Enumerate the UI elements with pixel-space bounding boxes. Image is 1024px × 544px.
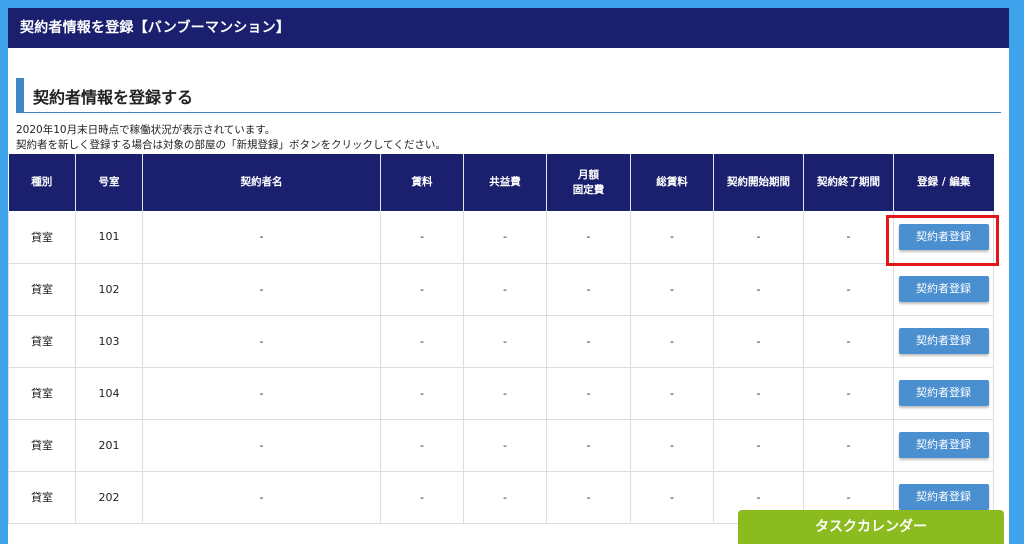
cell-room: 104 bbox=[75, 367, 143, 420]
cell-total-rent: - bbox=[630, 367, 714, 420]
cell-end: - bbox=[803, 315, 894, 368]
table-header-row: 種別 号室 契約者名 賃料 共益費 月額 固定費 総賃料 契約開始期間 契約終了… bbox=[8, 154, 994, 211]
register-contractor-button-104[interactable]: 契約者登録 bbox=[898, 380, 989, 406]
cell-type: 貸室 bbox=[8, 211, 76, 264]
cell-contractor: - bbox=[142, 263, 381, 316]
header-end-period: 契約終了期間 bbox=[803, 154, 894, 211]
cell-rent: - bbox=[380, 367, 464, 420]
contracts-table: 種別 号室 契約者名 賃料 共益費 月額 固定費 総賃料 契約開始期間 契約終了… bbox=[8, 154, 994, 524]
cell-end: - bbox=[803, 419, 894, 472]
cell-room: 202 bbox=[75, 471, 143, 524]
header-rent: 賃料 bbox=[380, 154, 464, 211]
header-contractor: 契約者名 bbox=[142, 154, 381, 211]
cell-common-fee: - bbox=[463, 471, 547, 524]
cell-monthly-fixed: - bbox=[546, 367, 631, 420]
cell-rent: - bbox=[380, 419, 464, 472]
cell-total-rent: - bbox=[630, 471, 714, 524]
cell-common-fee: - bbox=[463, 315, 547, 368]
register-contractor-button-101[interactable]: 契約者登録 bbox=[898, 223, 989, 250]
table-row: 貸室 101 - - - - - - - 契約者登録 bbox=[8, 211, 994, 264]
cell-start: - bbox=[713, 315, 804, 368]
cell-common-fee: - bbox=[463, 211, 547, 264]
cell-total-rent: - bbox=[630, 211, 714, 264]
cell-common-fee: - bbox=[463, 367, 547, 420]
cell-common-fee: - bbox=[463, 263, 547, 316]
cell-monthly-fixed: - bbox=[546, 211, 631, 264]
header-room: 号室 bbox=[75, 154, 143, 211]
page-title: 契約者情報を登録する bbox=[33, 88, 194, 107]
cell-contractor: - bbox=[142, 315, 381, 368]
cell-contractor: - bbox=[142, 211, 381, 264]
cell-rent: - bbox=[380, 211, 464, 264]
cell-contractor: - bbox=[142, 367, 381, 420]
cell-start: - bbox=[713, 367, 804, 420]
cell-end: - bbox=[803, 263, 894, 316]
register-contractor-button-102[interactable]: 契約者登録 bbox=[898, 276, 989, 302]
note-register-hint: 契約者を新しく登録する場合は対象の部屋の「新規登録」ボタンをクリックしてください… bbox=[16, 139, 446, 151]
cell-contractor: - bbox=[142, 471, 381, 524]
section-heading: 契約者情報を登録する bbox=[16, 78, 1001, 113]
cell-room: 101 bbox=[75, 211, 143, 264]
cell-action: 契約者登録 bbox=[893, 211, 994, 264]
register-contractor-button-201[interactable]: 契約者登録 bbox=[898, 432, 989, 458]
cell-monthly-fixed: - bbox=[546, 263, 631, 316]
cell-start: - bbox=[713, 211, 804, 264]
header-start-period: 契約開始期間 bbox=[713, 154, 804, 211]
table-row: 貸室 102 - - - - - - - 契約者登録 bbox=[8, 263, 994, 316]
header-monthly-fixed-line2: 固定費 bbox=[572, 183, 605, 196]
register-contractor-button-103[interactable]: 契約者登録 bbox=[898, 328, 989, 354]
task-calendar-button[interactable]: タスクカレンダー bbox=[738, 510, 1004, 544]
register-contractor-button-202[interactable]: 契約者登録 bbox=[898, 484, 989, 510]
header-action: 登録 / 編集 bbox=[893, 154, 994, 211]
cell-rent: - bbox=[380, 263, 464, 316]
cell-start: - bbox=[713, 419, 804, 472]
instructions: 2020年10月末日時点で稼働状況が表示されています。 契約者を新しく登録する場… bbox=[16, 123, 1009, 153]
header-type: 種別 bbox=[8, 154, 76, 211]
header-monthly-fixed-line1: 月額 bbox=[578, 168, 599, 181]
header-monthly-fixed: 月額 固定費 bbox=[546, 154, 631, 211]
header-common-fee: 共益費 bbox=[463, 154, 547, 211]
table-row: 貸室 104 - - - - - - - 契約者登録 bbox=[8, 367, 994, 420]
cell-end: - bbox=[803, 211, 894, 264]
cell-type: 貸室 bbox=[8, 419, 76, 472]
cell-monthly-fixed: - bbox=[546, 471, 631, 524]
cell-type: 貸室 bbox=[8, 471, 76, 524]
cell-start: - bbox=[713, 263, 804, 316]
cell-type: 貸室 bbox=[8, 315, 76, 368]
cell-monthly-fixed: - bbox=[546, 315, 631, 368]
cell-room: 201 bbox=[75, 419, 143, 472]
cell-room: 102 bbox=[75, 263, 143, 316]
cell-room: 103 bbox=[75, 315, 143, 368]
table-row: 貸室 201 - - - - - - - 契約者登録 bbox=[8, 419, 994, 472]
cell-action: 契約者登録 bbox=[893, 419, 994, 472]
cell-monthly-fixed: - bbox=[546, 419, 631, 472]
cell-type: 貸室 bbox=[8, 263, 76, 316]
table-row: 貸室 103 - - - - - - - 契約者登録 bbox=[8, 315, 994, 368]
cell-total-rent: - bbox=[630, 263, 714, 316]
cell-action: 契約者登録 bbox=[893, 263, 994, 316]
header-total-rent: 総賃料 bbox=[630, 154, 714, 211]
cell-action: 契約者登録 bbox=[893, 367, 994, 420]
cell-action: 契約者登録 bbox=[893, 315, 994, 368]
cell-rent: - bbox=[380, 471, 464, 524]
window-title: 契約者情報を登録【バンブーマンション】 bbox=[8, 8, 1009, 48]
cell-rent: - bbox=[380, 315, 464, 368]
cell-type: 貸室 bbox=[8, 367, 76, 420]
cell-end: - bbox=[803, 367, 894, 420]
cell-total-rent: - bbox=[630, 315, 714, 368]
cell-common-fee: - bbox=[463, 419, 547, 472]
cell-contractor: - bbox=[142, 419, 381, 472]
heading-accent-bar bbox=[16, 78, 24, 112]
cell-total-rent: - bbox=[630, 419, 714, 472]
note-status-date: 2020年10月末日時点で稼働状況が表示されています。 bbox=[16, 124, 276, 136]
